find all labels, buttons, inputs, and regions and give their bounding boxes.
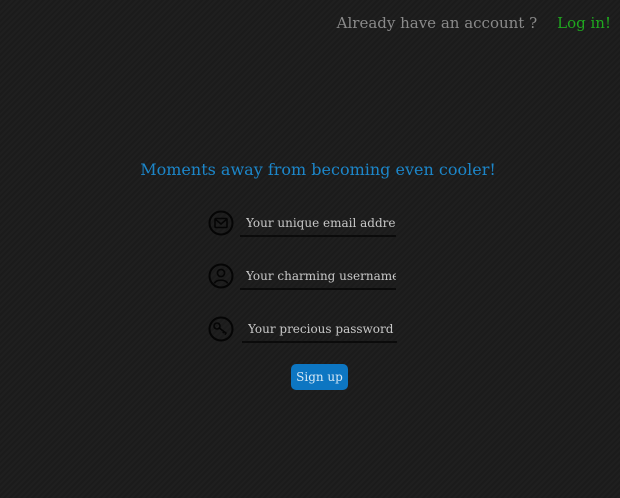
signup-title: Moments away from becoming even cooler! — [140, 160, 496, 179]
password-field[interactable] — [242, 317, 397, 343]
signup-button[interactable]: Sign up — [291, 364, 348, 390]
key-icon — [208, 316, 234, 342]
mail-icon — [208, 210, 234, 236]
already-have-account-text: Already have an account ? — [336, 14, 538, 32]
email-field[interactable] — [240, 211, 396, 237]
login-link[interactable]: Log in! — [557, 14, 611, 32]
username-field[interactable] — [240, 264, 396, 290]
username-row — [208, 263, 408, 291]
user-icon — [208, 263, 234, 289]
email-row — [208, 210, 408, 238]
password-row — [208, 316, 408, 344]
top-nav: Already have an account ? Log in! — [337, 14, 611, 32]
